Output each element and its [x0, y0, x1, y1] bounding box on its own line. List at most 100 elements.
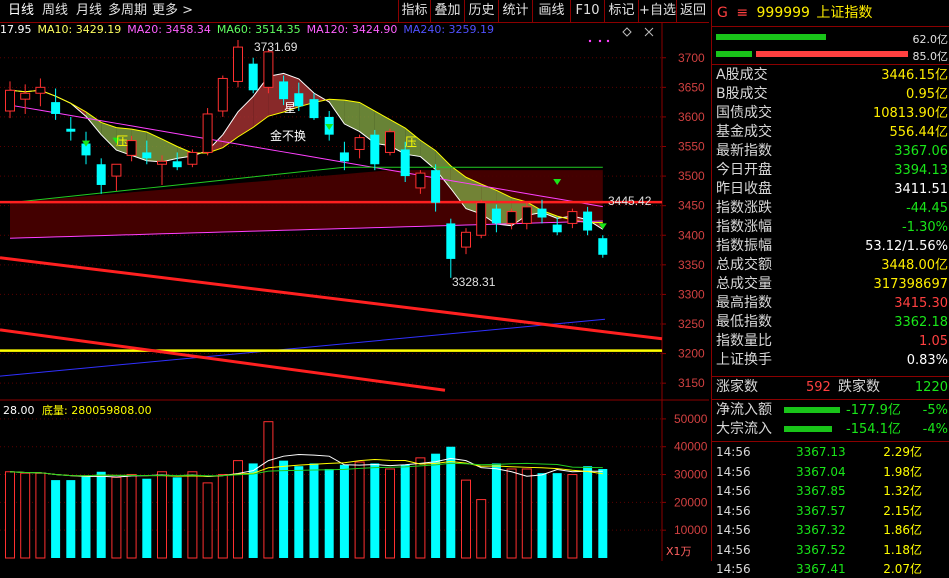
stat-label: 最低指数 [716, 314, 772, 330]
tick-time: 14:56 [716, 445, 751, 459]
up-count: 592 [806, 380, 831, 395]
volume-bar-up [506, 468, 517, 559]
stat-label: B股成交 [716, 86, 768, 102]
add-watchlist-button[interactable]: +自选 [638, 0, 676, 22]
stat-value: 0.83% [906, 353, 948, 368]
candle-body-up [567, 211, 578, 224]
candle-body-up [20, 92, 31, 100]
stat-value: 3394.13 [894, 163, 948, 178]
candle-body-up [217, 77, 228, 112]
menu-icon[interactable]: ≡ [736, 5, 748, 21]
tick-row: 14:56 3367.32 1.86亿 [716, 521, 948, 539]
stat-value: 3411.51 [894, 182, 948, 197]
volume-bar-up [521, 468, 532, 559]
star-label: 星 [284, 101, 296, 115]
tab-multi-period[interactable]: 多周期 [104, 0, 151, 22]
candle-body-down [309, 99, 319, 119]
quote-header: G ≡ 999999 上证指数 [712, 0, 949, 27]
volume-bar-up [187, 471, 198, 559]
volume-bar-down [172, 477, 182, 558]
tab-more[interactable]: 更多 > [148, 0, 197, 22]
marker-dot [606, 39, 610, 43]
stat-row: B股成交 0.95亿 [716, 85, 948, 104]
volume-bar-up [354, 461, 365, 559]
draw-line-button[interactable]: 画线 [532, 0, 570, 22]
down-count: 1220 [914, 380, 948, 395]
candle-body-up [354, 137, 365, 150]
volume-bar-up [415, 457, 426, 559]
candle-body-down [537, 208, 547, 218]
candle-body-up [506, 211, 517, 224]
price-tick-label: 3350 [678, 258, 705, 272]
volume-tick-label: 30000 [674, 468, 708, 482]
price-tick-label: 3550 [678, 140, 705, 154]
history-button[interactable]: 历史 [464, 0, 498, 22]
stat-row: 指数涨幅 -1.30% [716, 218, 948, 237]
candle-body-down [172, 161, 182, 168]
volume-bars [5, 421, 608, 559]
stat-label: 基金成交 [716, 124, 772, 140]
ma-ribbon-segment [344, 100, 360, 132]
volume-bar-down [598, 468, 608, 558]
tick-amount: 2.07亿 [883, 562, 922, 576]
tick-price: 3367.13 [796, 445, 846, 459]
tick-price: 3367.32 [796, 523, 846, 537]
stat-label: 指数涨幅 [716, 219, 772, 235]
volume-bar-up [263, 421, 274, 559]
stat-label: 总成交额 [716, 257, 772, 273]
candle-body-down [96, 164, 106, 185]
tab-weekly[interactable]: 周线 [38, 0, 72, 22]
inflow-bar-1-red [832, 34, 902, 40]
diamond-icon [622, 27, 632, 37]
stat-label: 上证换手 [716, 352, 772, 368]
tab-monthly[interactable]: 月线 [72, 0, 106, 22]
high-label: 3731.69 [254, 40, 298, 54]
inflow-bar-1 [716, 34, 826, 40]
candle-body-down [370, 134, 380, 165]
candle-body-down [552, 224, 562, 233]
ma-long-line [0, 318, 606, 377]
kline-chart[interactable]: 3700 3650 3600 3550 3500 3450 3400 3350 3300 3250… [0, 22, 709, 561]
stat-label: 指数振幅 [716, 238, 772, 254]
stat-row: 指数涨跌 -44.45 [716, 199, 948, 218]
stat-row: A股成交 3446.15亿 [716, 66, 948, 85]
volume-bar-up [217, 474, 228, 559]
stat-label: 最高指数 [716, 295, 772, 311]
divider [712, 441, 949, 442]
mark-button[interactable]: 标记 [604, 0, 638, 22]
divider [712, 64, 949, 65]
zoom-label: X1万 [666, 545, 692, 558]
stat-row: 今日开盘 3394.13 [716, 161, 948, 180]
tab-daily[interactable]: 日线 [4, 0, 38, 22]
stat-label: 最新指数 [716, 143, 772, 159]
low-label: 3328.31 [452, 275, 496, 289]
candle-body-down [431, 170, 441, 203]
tick-row: 14:56 3367.41 2.07亿 [716, 560, 948, 578]
indicator-button[interactable]: 指标 [398, 0, 430, 22]
f10-button[interactable]: F10 [570, 0, 604, 22]
net-inflow-bar [784, 407, 840, 413]
candle-body-down [400, 149, 410, 177]
stat-row: 最高指数 3415.30 [716, 294, 948, 313]
candle-body-up [5, 89, 15, 112]
stat-value: -44.45 [906, 201, 948, 216]
overlay-button[interactable]: 叠加 [430, 0, 464, 22]
price-tick-label: 3450 [678, 199, 705, 213]
up-count-label: 涨家数 [716, 379, 758, 395]
stat-label: A股成交 [716, 67, 768, 83]
trend-line-lower [0, 328, 446, 392]
tick-row: 14:56 3367.52 1.18亿 [716, 541, 948, 559]
price-tick-label: 3700 [678, 51, 705, 65]
block-inflow-row: 大宗流入 -154.1亿 -4% [716, 420, 948, 439]
g-badge: G [717, 5, 728, 21]
price-tick-label: 3250 [678, 317, 705, 331]
stat-label: 今日开盘 [716, 162, 772, 178]
price-tick-label: 3650 [678, 80, 705, 94]
statistics-button[interactable]: 统计 [498, 0, 532, 22]
tick-amount: 2.15亿 [883, 503, 922, 518]
updown-row: 涨家数 592 跌家数 1220 [716, 378, 948, 397]
volume-bar-up [157, 471, 167, 559]
back-button[interactable]: 返回 [676, 0, 709, 22]
marker-dot [588, 39, 592, 43]
stat-row: 最新指数 3367.06 [716, 142, 948, 161]
